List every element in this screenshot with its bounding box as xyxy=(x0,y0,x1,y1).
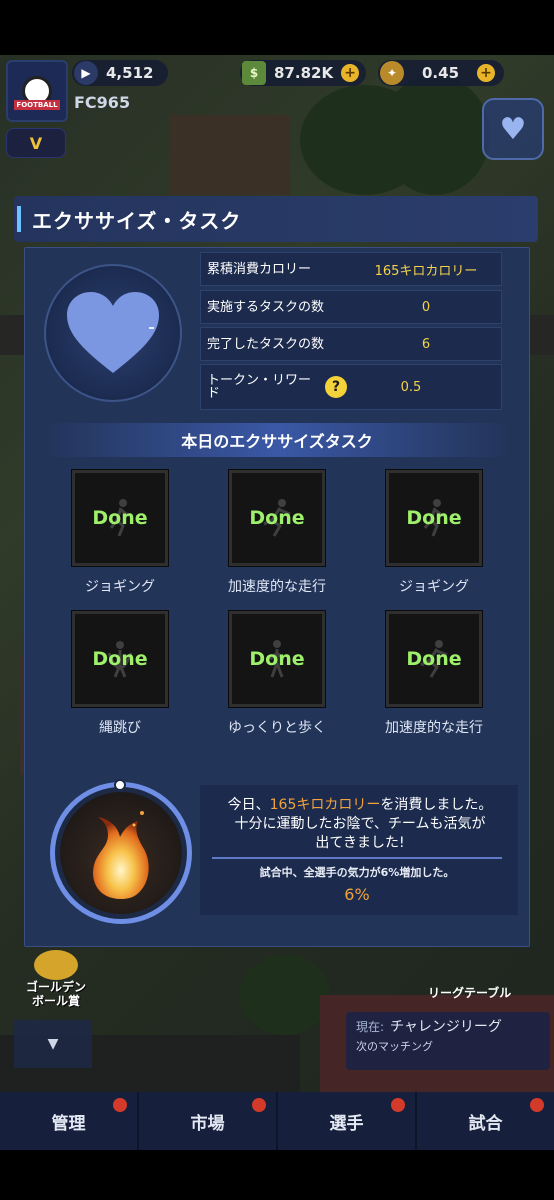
golden-ball-award-button[interactable]: ゴールデン ボール賞 xyxy=(18,940,94,1016)
nav-match[interactable]: 試合 xyxy=(417,1092,554,1150)
token-icon: ✦ xyxy=(380,61,404,85)
task-label-sprint-2: 加速度的な走行 xyxy=(385,720,483,736)
notification-dot xyxy=(252,1098,266,1112)
task-label-jogging: ジョギング xyxy=(85,579,155,595)
task-card-walk[interactable]: Done xyxy=(228,610,326,708)
summary-message: 今日、165キロカロリーを消費しました。 十分に運動したお陰で、チームも活気が … xyxy=(227,797,493,851)
flame-icon xyxy=(93,811,149,899)
exercise-heart-button[interactable]: ♥ xyxy=(482,98,544,160)
nav-players[interactable]: 選手 xyxy=(278,1092,417,1150)
league-table-link[interactable]: リーグテーブル xyxy=(428,984,511,1001)
energy-ring xyxy=(50,782,192,924)
task-label-jump-rope: 縄跳び xyxy=(99,720,141,736)
stat-token-reward: トークン・リワード ? 0.5 xyxy=(200,364,502,410)
modal-title-bar: エクササイズ・タスク xyxy=(14,196,538,242)
stat-pending-tasks: 実施するタスクの数 0 xyxy=(200,290,502,324)
token-counter: ✦ 0.45 + xyxy=(378,60,504,86)
trophy-icon xyxy=(34,950,78,980)
section-title: 本日のエクササイズタスク xyxy=(44,423,510,457)
cash-counter: $ 87.82K + xyxy=(240,60,366,86)
boost-percent: 6% xyxy=(344,885,370,904)
collapse-button[interactable]: ▼ xyxy=(14,1020,92,1068)
stat-completed-tasks: 完了したタスクの数 6 xyxy=(200,327,502,361)
help-icon[interactable]: ? xyxy=(325,376,347,398)
league-status-panel[interactable]: 現在: チャレンジリーグ 次のマッチング xyxy=(346,1012,550,1070)
heart-icon xyxy=(67,292,159,373)
notification-dot xyxy=(113,1098,127,1112)
stat-calories: 累積消費カロリー 165キロカロリー xyxy=(200,252,502,286)
task-card-jogging[interactable]: Done xyxy=(71,469,169,567)
modal-title: エクササイズ・タスク xyxy=(32,208,242,233)
bottom-nav: 管理 市場 選手 試合 xyxy=(0,1092,554,1150)
nav-market[interactable]: 市場 xyxy=(139,1092,278,1150)
heart-emblem xyxy=(44,264,182,402)
task-card-jogging-2[interactable]: Done xyxy=(385,469,483,567)
notification-dot xyxy=(391,1098,405,1112)
task-label-jogging-2: ジョギング xyxy=(399,579,469,595)
nav-management[interactable]: 管理 xyxy=(0,1092,139,1150)
cash-icon: $ xyxy=(242,61,266,85)
notification-dot xyxy=(530,1098,544,1112)
summary-divider xyxy=(212,857,502,859)
v-badge-button[interactable]: V xyxy=(6,128,66,158)
chevron-down-icon: ▼ xyxy=(47,1036,59,1052)
heart-icon: ♥ xyxy=(499,111,527,147)
team-avatar[interactable]: FOOTBALL xyxy=(6,60,68,122)
task-card-sprint-2[interactable]: Done xyxy=(385,610,483,708)
task-label-walk: ゆっくりと歩く xyxy=(228,720,326,736)
task-card-sprint[interactable]: Done xyxy=(228,469,326,567)
task-card-jump-rope[interactable]: Done xyxy=(71,610,169,708)
play-icon: ▶ xyxy=(74,61,98,85)
trophy-counter: ▶ 4,512 xyxy=(72,60,168,86)
task-label-sprint: 加速度的な走行 xyxy=(228,579,326,595)
boost-text: 試合中、全選手の気力が6%増加した。 xyxy=(259,866,455,879)
team-name: FC965 xyxy=(74,93,131,112)
add-cash-button[interactable]: + xyxy=(341,64,360,82)
add-token-button[interactable]: + xyxy=(477,64,496,82)
energy-ring-knob xyxy=(114,779,126,791)
